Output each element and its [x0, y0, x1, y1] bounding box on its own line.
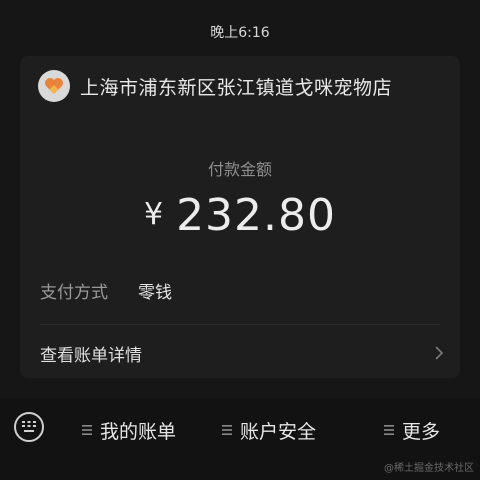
payment-amount: ¥232.80 — [20, 190, 460, 241]
menu-my-bills[interactable]: 我的账单 — [82, 418, 177, 443]
chevron-right-icon — [434, 345, 444, 361]
menu-lines-icon — [82, 419, 92, 441]
menu-more[interactable]: 更多 — [384, 418, 441, 443]
status-bar-time: 晚上6:16 — [210, 25, 270, 41]
payment-method-row: 支付方式 零钱 — [40, 278, 172, 303]
amount-value: 232.80 — [176, 190, 337, 241]
currency-symbol: ¥ — [143, 197, 165, 232]
view-bill-details-label: 查看账单详情 — [40, 345, 142, 366]
menu-lines-icon — [222, 419, 232, 441]
menu-account-security[interactable]: 账户安全 — [222, 418, 317, 443]
divider — [40, 324, 440, 325]
merchant-logo-icon — [38, 70, 70, 102]
menu-lines-icon — [384, 419, 394, 441]
keyboard-icon[interactable] — [14, 412, 44, 442]
menu-more-label: 更多 — [402, 420, 441, 443]
view-bill-details-link[interactable]: 查看账单详情 — [40, 334, 444, 372]
payment-card: 上海市浦东新区张江镇道戈咪宠物店 付款金额 ¥232.80 支付方式 零钱 查看账… — [20, 56, 460, 378]
amount-label: 付款金额 — [207, 160, 272, 179]
menu-account-security-label: 账户安全 — [240, 420, 317, 443]
menu-my-bills-label: 我的账单 — [100, 420, 177, 443]
merchant-row[interactable]: 上海市浦东新区张江镇道戈咪宠物店 — [38, 68, 392, 104]
payment-method-value: 零钱 — [138, 283, 172, 303]
merchant-name: 上海市浦东新区张江镇道戈咪宠物店 — [80, 76, 393, 99]
watermark: @稀土掘金技术社区 — [384, 463, 474, 474]
payment-method-label: 支付方式 — [40, 283, 108, 303]
bottom-menu-bar: 我的账单 账户安全 更多 @稀土掘金技术社区 — [0, 398, 480, 480]
